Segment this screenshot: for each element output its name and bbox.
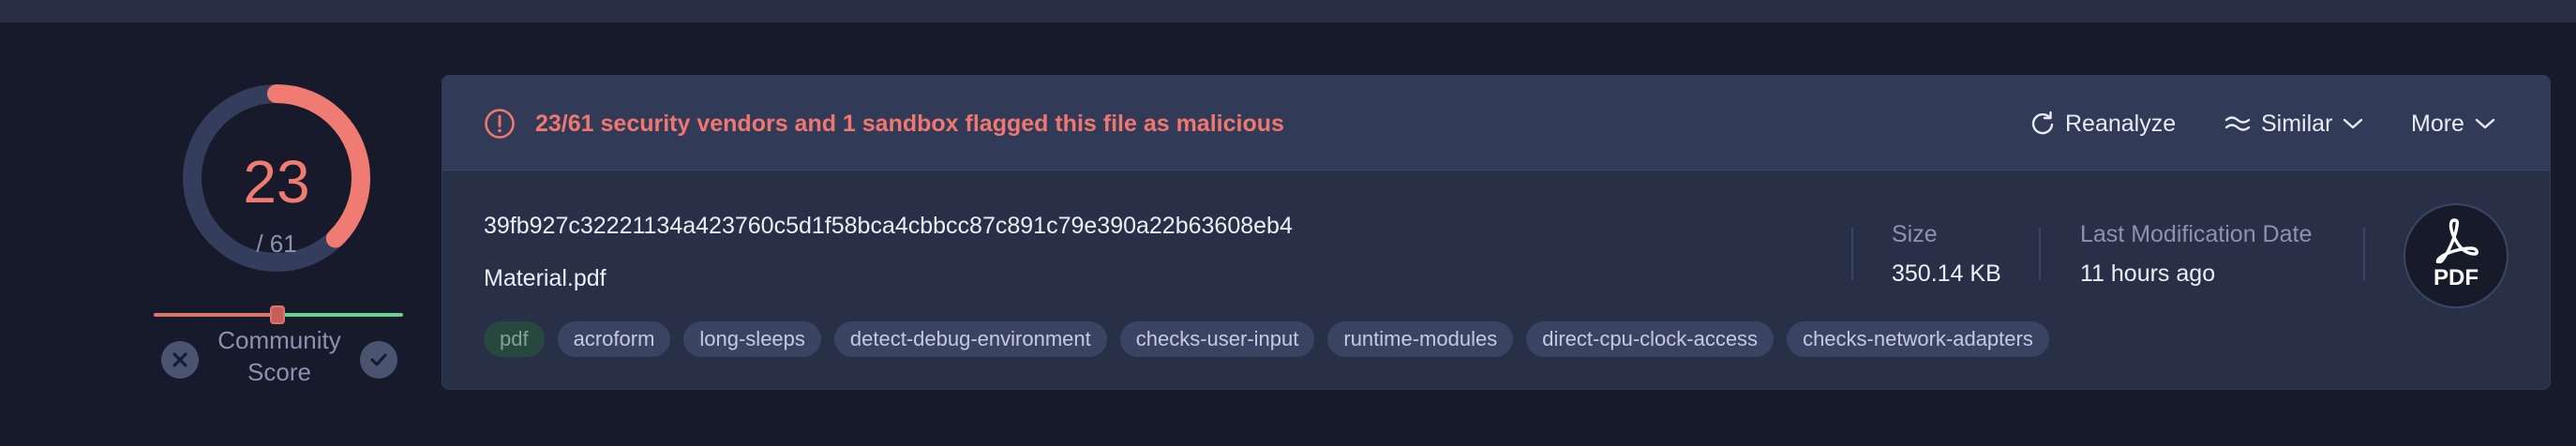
refresh-icon xyxy=(2031,111,2054,135)
vote-malicious-button[interactable] xyxy=(161,341,199,379)
community-score-slider xyxy=(154,305,403,324)
tag-acroform[interactable]: acroform xyxy=(557,321,671,357)
similar-dropdown[interactable]: Similar xyxy=(2224,106,2364,141)
tag-pdf[interactable]: pdf xyxy=(484,321,545,357)
divider xyxy=(1851,228,1853,280)
vote-harmless-button[interactable] xyxy=(360,341,397,379)
size-label: Size xyxy=(1892,221,1938,247)
tag-runtime-modules[interactable]: runtime-modules xyxy=(1327,321,1514,357)
tag-checks-user-input[interactable]: checks-user-input xyxy=(1119,321,1315,357)
divider xyxy=(2363,228,2365,280)
detection-banner: 23/61 security vendors and 1 sandbox fla… xyxy=(442,76,2550,171)
last-modified-value: 11 hours ago xyxy=(2080,260,2216,287)
size-value: 350.14 KB xyxy=(1892,260,2001,287)
file-type-label: PDF xyxy=(2434,265,2479,290)
chevron-down-icon xyxy=(2344,118,2363,129)
reanalyze-label: Reanalyze xyxy=(2065,110,2177,137)
detection-count: 23 xyxy=(243,148,310,216)
community-score-knob xyxy=(270,305,285,324)
detection-score-widget: 23 / 61 Community Score xyxy=(150,56,403,394)
chevron-down-icon xyxy=(2475,118,2495,129)
last-modified-label: Last Modification Date xyxy=(2080,221,2313,247)
more-dropdown[interactable]: More xyxy=(2411,106,2496,141)
file-name: Material.pdf xyxy=(484,265,607,291)
vendor-total: / 61 xyxy=(256,230,297,258)
tag-detect-debug-environment[interactable]: detect-debug-environment xyxy=(833,321,1107,357)
similar-icon xyxy=(2224,116,2251,131)
file-summary-card: 23/61 security vendors and 1 sandbox fla… xyxy=(442,75,2551,390)
tag-direct-cpu-clock-access[interactable]: direct-cpu-clock-access xyxy=(1526,321,1775,357)
similar-label: Similar xyxy=(2261,110,2333,137)
detection-alert-text: 23/61 security vendors and 1 sandbox fla… xyxy=(535,111,1284,137)
tag-long-sleeps[interactable]: long-sleeps xyxy=(683,321,821,357)
alert-circle-icon xyxy=(485,109,515,139)
close-icon xyxy=(172,352,187,367)
acrobat-icon xyxy=(2435,218,2479,263)
reanalyze-button[interactable]: Reanalyze xyxy=(2029,106,2185,141)
file-hash[interactable]: 39fb927c32221134a423760c5d1f58bca4cbbcc8… xyxy=(484,213,1293,240)
divider xyxy=(2039,228,2041,280)
tag-checks-network-adapters[interactable]: checks-network-adapters xyxy=(1787,321,2049,357)
more-label: More xyxy=(2411,110,2464,137)
community-score-label: Community Score xyxy=(217,326,341,386)
file-type-badge: PDF xyxy=(2404,203,2509,308)
check-icon xyxy=(370,353,387,366)
top-strip xyxy=(0,0,2576,22)
tag-list: pdf acroform long-sleeps detect-debug-en… xyxy=(484,321,2049,357)
